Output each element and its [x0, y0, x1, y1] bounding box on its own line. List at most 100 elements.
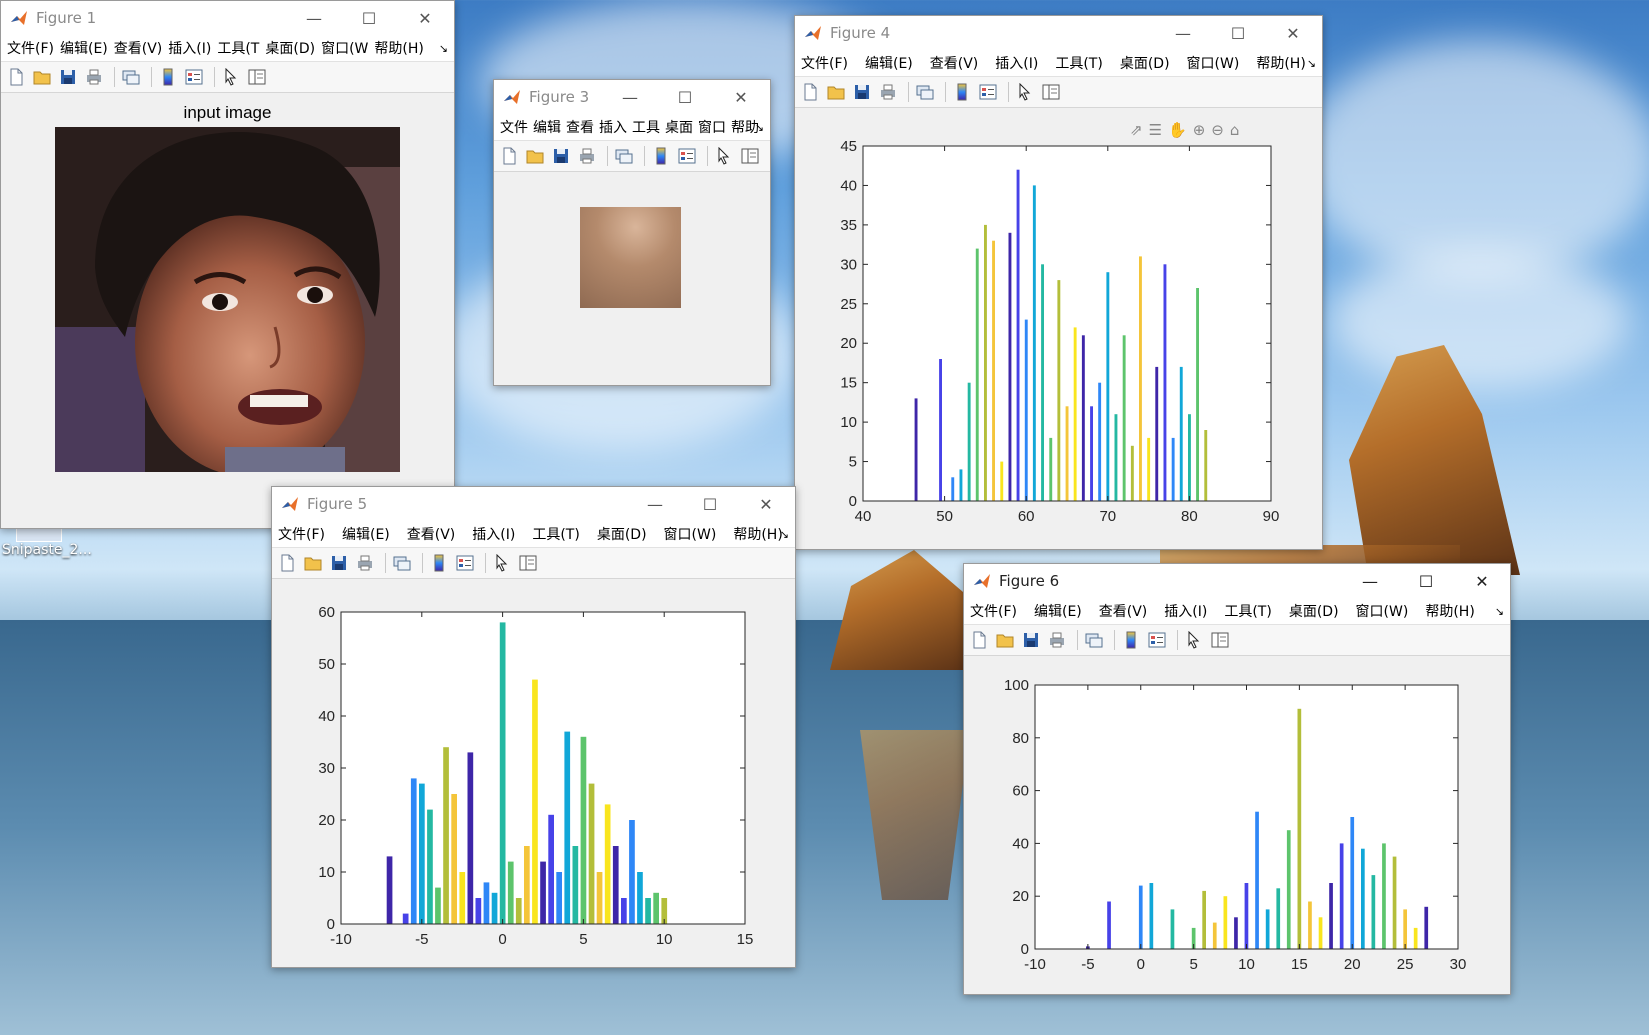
histogram-chart[interactable]: 40 50 60 70 80 90 0 5 10 15 20 25 30 35 40 45 — [823, 137, 1303, 542]
print-icon[interactable] — [1046, 629, 1068, 651]
menu-overflow-icon[interactable]: ↘ — [755, 121, 764, 134]
open-folder-icon[interactable] — [302, 552, 324, 574]
open-folder-icon[interactable] — [825, 81, 847, 103]
property-editor-icon[interactable] — [517, 552, 539, 574]
minimize-button[interactable]: — — [286, 1, 342, 35]
menu-item[interactable]: 查看(V) — [407, 524, 456, 544]
colorbar-icon[interactable] — [650, 145, 672, 167]
new-file-icon[interactable] — [276, 552, 298, 574]
figure-5-window[interactable]: Figure 5 — ☐ ✕ 文件(F) 编辑(E) 查看(V) 插入(I) 工具(T)… — [271, 486, 796, 968]
legend-icon[interactable] — [676, 145, 698, 167]
pointer-icon[interactable] — [1183, 629, 1205, 651]
menu-item[interactable]: 窗口 — [698, 117, 726, 137]
maximize-button[interactable]: ☐ — [1210, 16, 1266, 50]
menu-item[interactable]: 查看(V) — [114, 38, 163, 58]
link-icon[interactable] — [391, 552, 413, 574]
property-editor-icon[interactable] — [246, 66, 268, 88]
menu-item[interactable]: 文件(F) — [7, 38, 54, 58]
save-icon[interactable] — [851, 81, 873, 103]
menu-item[interactable]: 插入(I) — [168, 38, 211, 58]
title-bar[interactable]: Figure 6 — ☐ ✕ — [964, 564, 1510, 598]
minimize-button[interactable]: — — [602, 80, 658, 114]
close-button[interactable]: ✕ — [397, 1, 453, 35]
print-icon[interactable] — [576, 145, 598, 167]
colorbar-icon[interactable] — [951, 81, 973, 103]
new-file-icon[interactable] — [799, 81, 821, 103]
menu-overflow-icon[interactable]: ↘ — [780, 528, 789, 541]
menu-item[interactable]: 帮助(H) — [1425, 601, 1474, 621]
close-button[interactable]: ✕ — [1265, 16, 1321, 50]
menu-item[interactable]: 编辑(E) — [865, 53, 913, 73]
histogram-chart[interactable]: -10 -5 0 5 10 15 20 25 30 0 20 40 60 80 100 — [992, 679, 1502, 991]
menu-item[interactable]: 桌面(D) — [1289, 601, 1339, 621]
pointer-icon[interactable] — [220, 66, 242, 88]
menu-item[interactable]: 文件(F) — [970, 601, 1017, 621]
link-icon[interactable] — [914, 81, 936, 103]
link-icon[interactable] — [120, 66, 142, 88]
open-folder-icon[interactable] — [524, 145, 546, 167]
menu-item[interactable]: 文件(F) — [278, 524, 325, 544]
link-icon[interactable] — [1083, 629, 1105, 651]
title-bar[interactable]: Figure 4 — ☐ ✕ — [795, 16, 1322, 50]
menu-item[interactable]: 编辑 — [533, 117, 561, 137]
minimize-button[interactable]: — — [1155, 16, 1211, 50]
save-icon[interactable] — [57, 66, 79, 88]
menu-item[interactable]: 帮助(H) — [733, 524, 782, 544]
menu-item[interactable]: 工具 — [632, 117, 660, 137]
menu-item[interactable]: 查看(V) — [1099, 601, 1148, 621]
title-bar[interactable]: Figure 5 — ☐ ✕ — [272, 487, 795, 521]
menu-overflow-icon[interactable]: ↘ — [439, 42, 448, 55]
pointer-icon[interactable] — [1014, 81, 1036, 103]
menu-item[interactable]: 帮助(H) — [374, 38, 423, 58]
print-icon[interactable] — [877, 81, 899, 103]
menu-item[interactable]: 文件 — [500, 117, 528, 137]
save-icon[interactable] — [328, 552, 350, 574]
figure-6-window[interactable]: Figure 6 — ☐ ✕ 文件(F) 编辑(E) 查看(V) 插入(I) 工具(T)… — [963, 563, 1511, 995]
maximize-button[interactable]: ☐ — [1398, 564, 1454, 598]
new-file-icon[interactable] — [5, 66, 27, 88]
menu-item[interactable]: 工具(T) — [1224, 601, 1271, 621]
print-icon[interactable] — [354, 552, 376, 574]
new-file-icon[interactable] — [498, 145, 520, 167]
figure-4-window[interactable]: Figure 4 — ☐ ✕ 文件(F) 编辑(E) 查看(V) 插入(I) 工具(T)… — [794, 15, 1323, 550]
menu-item[interactable]: 查看 — [566, 117, 594, 137]
menu-item[interactable]: 窗口(W) — [1356, 601, 1409, 621]
property-editor-icon[interactable] — [739, 145, 761, 167]
legend-icon[interactable] — [454, 552, 476, 574]
menu-item[interactable]: 桌面(D) — [597, 524, 647, 544]
menu-item[interactable]: 桌面 — [665, 117, 693, 137]
maximize-button[interactable]: ☐ — [341, 1, 397, 35]
open-folder-icon[interactable] — [31, 66, 53, 88]
save-icon[interactable] — [1020, 629, 1042, 651]
menu-overflow-icon[interactable]: ↘ — [1307, 57, 1316, 70]
menu-item[interactable]: 工具(T) — [532, 524, 579, 544]
histogram-chart[interactable]: -10 -5 0 5 10 15 0 10 20 30 40 50 60 — [300, 602, 790, 952]
maximize-button[interactable]: ☐ — [657, 80, 713, 114]
maximize-button[interactable]: ☐ — [682, 487, 738, 521]
menu-item[interactable]: 插入(I) — [1164, 601, 1207, 621]
title-bar[interactable]: Figure 1 — ☐ ✕ — [1, 1, 454, 35]
menu-item[interactable]: 编辑(E) — [1034, 601, 1082, 621]
title-bar[interactable]: Figure 3 — ☐ ✕ — [494, 80, 770, 114]
menu-item[interactable]: 编辑(E) — [342, 524, 390, 544]
close-button[interactable]: ✕ — [1454, 564, 1510, 598]
menu-overflow-icon[interactable]: ↘ — [1495, 605, 1504, 618]
print-icon[interactable] — [83, 66, 105, 88]
menu-item[interactable]: 工具(T) — [1055, 53, 1102, 73]
legend-icon[interactable] — [183, 66, 205, 88]
menu-item[interactable]: 查看(V) — [930, 53, 979, 73]
open-folder-icon[interactable] — [994, 629, 1016, 651]
menu-item[interactable]: 插入(I) — [995, 53, 1038, 73]
colorbar-icon[interactable] — [428, 552, 450, 574]
menu-item[interactable]: 桌面(D) — [265, 38, 315, 58]
save-icon[interactable] — [550, 145, 572, 167]
menu-item[interactable]: 文件(F) — [801, 53, 848, 73]
pointer-icon[interactable] — [713, 145, 735, 167]
menu-item[interactable]: 工具(T — [217, 38, 259, 58]
colorbar-icon[interactable] — [1120, 629, 1142, 651]
menu-item[interactable]: 插入(I) — [472, 524, 515, 544]
property-editor-icon[interactable] — [1040, 81, 1062, 103]
minimize-button[interactable]: — — [627, 487, 683, 521]
minimize-button[interactable]: — — [1342, 564, 1398, 598]
menu-item[interactable]: 插入 — [599, 117, 627, 137]
